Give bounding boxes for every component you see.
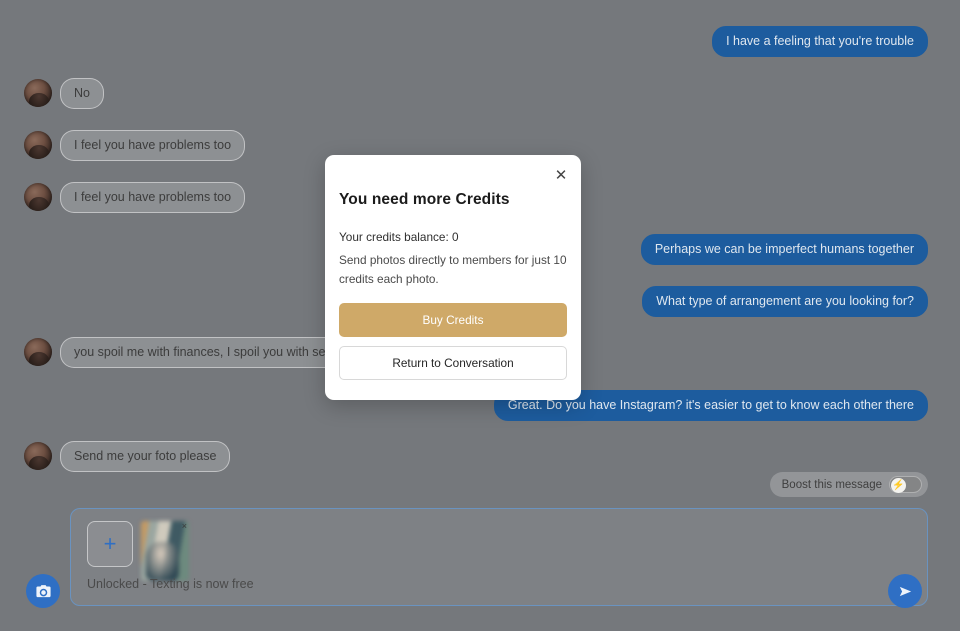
message-bubble: No: [60, 78, 104, 109]
message-bubble: I feel you have problems too: [60, 182, 246, 213]
boost-toggle[interactable]: ⚡: [889, 476, 922, 493]
need-more-credits-modal: ✕ You need more Credits Your credits bal…: [325, 155, 581, 401]
message-row-incoming: Send me your foto please: [24, 441, 231, 472]
message-bubble: Send me your foto please: [60, 441, 231, 472]
message-row-outgoing: I have a feeling that you're trouble: [712, 26, 928, 57]
credits-balance-text: Your credits balance: 0: [339, 230, 459, 244]
camera-icon: [35, 584, 51, 597]
message-row-incoming: I feel you have problems too: [24, 130, 246, 161]
composer-attachments: + ×: [87, 521, 189, 581]
message-row-incoming: you spoil me with finances, I spoil you …: [24, 337, 346, 368]
message-bubble: you spoil me with finances, I spoil you …: [60, 337, 346, 368]
message-bubble: I feel you have problems too: [60, 130, 246, 161]
lightning-bolt-icon: ⚡: [891, 478, 906, 493]
send-icon: [899, 586, 911, 596]
avatar[interactable]: [24, 183, 52, 212]
message-bubble: What type of arrangement are you looking…: [642, 286, 928, 317]
avatar[interactable]: [24, 442, 52, 471]
close-icon[interactable]: ✕: [550, 164, 572, 186]
remove-attachment-icon[interactable]: ×: [182, 522, 187, 531]
message-bubble: I have a feeling that you're trouble: [712, 26, 928, 57]
message-bubble: Perhaps we can be imperfect humans toget…: [640, 234, 928, 265]
message-row-incoming: I feel you have problems too: [24, 182, 246, 213]
camera-button[interactable]: [26, 574, 60, 608]
avatar[interactable]: [24, 79, 52, 108]
avatar[interactable]: [24, 131, 52, 160]
modal-description: Send photos directly to members for just…: [339, 253, 567, 287]
message-row-incoming: No: [24, 78, 104, 109]
composer-input[interactable]: Unlocked - Texting is now free: [87, 577, 254, 591]
return-to-conversation-button[interactable]: Return to Conversation: [339, 346, 567, 381]
avatar[interactable]: [24, 338, 52, 367]
modal-title: You need more Credits: [339, 191, 510, 208]
message-row-outgoing: Perhaps we can be imperfect humans toget…: [640, 234, 928, 265]
add-attachment-button[interactable]: +: [87, 521, 133, 567]
buy-credits-button[interactable]: Buy Credits: [339, 303, 567, 338]
message-composer[interactable]: + × Unlocked - Texting is now free: [70, 508, 928, 606]
message-row-outgoing: What type of arrangement are you looking…: [642, 286, 928, 317]
boost-message-control[interactable]: Boost this message ⚡: [769, 472, 928, 497]
send-button[interactable]: [888, 574, 922, 608]
boost-label: Boost this message: [781, 478, 882, 491]
